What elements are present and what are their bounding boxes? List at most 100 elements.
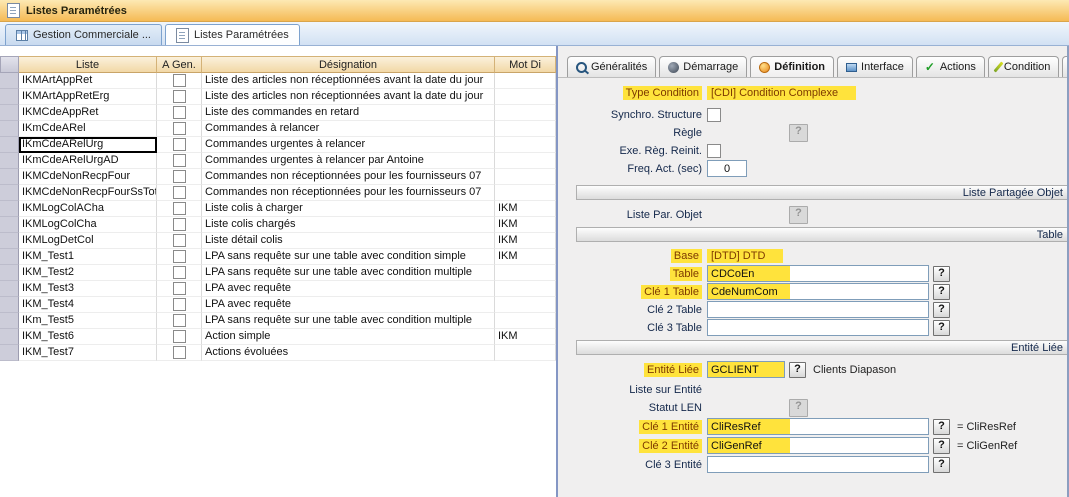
- doc-tab-listes-parametrees[interactable]: Listes Paramétrées: [165, 24, 300, 45]
- cell-mot-directeur[interactable]: [495, 297, 556, 313]
- row-selector[interactable]: [0, 329, 19, 345]
- tab-condition[interactable]: Condition: [988, 56, 1059, 77]
- table-row[interactable]: IKmCdeARelUrg Commandes urgentes à relan…: [0, 137, 556, 153]
- a-gen-checkbox[interactable]: [173, 106, 186, 119]
- tab-généralités[interactable]: Généralités: [567, 56, 656, 77]
- cell-mot-directeur[interactable]: IKM: [495, 233, 556, 249]
- cell-mot-directeur[interactable]: IKM: [495, 201, 556, 217]
- table-row[interactable]: IKM_Test4 LPA avec requête: [0, 297, 556, 313]
- cell-a-gen[interactable]: [157, 105, 202, 121]
- cell-liste[interactable]: IKmCdeARel: [19, 121, 157, 137]
- cle2-entite-lookup-button[interactable]: ?: [933, 438, 950, 454]
- table-row[interactable]: IKMLogColCha Liste colis chargés IKM: [0, 217, 556, 233]
- cell-designation[interactable]: Commandes à relancer: [202, 121, 495, 137]
- cell-liste[interactable]: IKM_Test7: [19, 345, 157, 361]
- row-selector[interactable]: [0, 121, 19, 137]
- cell-liste[interactable]: IKM_Test2: [19, 265, 157, 281]
- cell-mot-directeur[interactable]: IKM: [495, 249, 556, 265]
- table-row[interactable]: IKMCdeNonRecpFour Commandes non réceptio…: [0, 169, 556, 185]
- cell-a-gen[interactable]: [157, 121, 202, 137]
- table-row[interactable]: IKM_Test2 LPA sans requête sur une table…: [0, 265, 556, 281]
- column-header-a-gen[interactable]: A Gen.: [157, 56, 202, 73]
- a-gen-checkbox[interactable]: [173, 234, 186, 247]
- cell-a-gen[interactable]: [157, 345, 202, 361]
- row-selector[interactable]: [0, 345, 19, 361]
- cell-mot-directeur[interactable]: [495, 89, 556, 105]
- cell-designation[interactable]: Actions évoluées: [202, 345, 495, 361]
- row-selector[interactable]: [0, 153, 19, 169]
- row-selector[interactable]: [0, 313, 19, 329]
- column-header-designation[interactable]: Désignation: [202, 56, 495, 73]
- table-row[interactable]: IKMLogDetCol Liste détail colis IKM: [0, 233, 556, 249]
- cell-a-gen[interactable]: [157, 185, 202, 201]
- entite-liee-lookup-button[interactable]: ?: [789, 362, 806, 378]
- cell-a-gen[interactable]: [157, 281, 202, 297]
- cell-liste[interactable]: IKMLogColCha: [19, 217, 157, 233]
- a-gen-checkbox[interactable]: [173, 170, 186, 183]
- tab-démarrage[interactable]: Démarrage: [659, 56, 747, 77]
- cle1-entite-lookup-button[interactable]: ?: [933, 419, 950, 435]
- table-lookup-button[interactable]: ?: [933, 266, 950, 282]
- cell-liste[interactable]: IKMCdeNonRecpFourSsTot: [19, 185, 157, 201]
- cell-designation[interactable]: Liste des articles non réceptionnées ava…: [202, 73, 495, 89]
- row-selector[interactable]: [0, 265, 19, 281]
- cell-designation[interactable]: LPA avec requête: [202, 297, 495, 313]
- cell-a-gen[interactable]: [157, 249, 202, 265]
- cle3-entite-input[interactable]: [707, 456, 929, 473]
- cell-mot-directeur[interactable]: IKM: [495, 217, 556, 233]
- a-gen-checkbox[interactable]: [173, 346, 186, 359]
- a-gen-checkbox[interactable]: [173, 282, 186, 295]
- table-row[interactable]: IKMArtAppRet Liste des articles non réce…: [0, 73, 556, 89]
- cell-designation[interactable]: LPA avec requête: [202, 281, 495, 297]
- cell-a-gen[interactable]: [157, 217, 202, 233]
- row-selector[interactable]: [0, 249, 19, 265]
- cell-a-gen[interactable]: [157, 153, 202, 169]
- cell-mot-directeur[interactable]: [495, 185, 556, 201]
- row-selector[interactable]: [0, 281, 19, 297]
- entite-liee-input[interactable]: [707, 361, 785, 378]
- column-header-mot-directeur[interactable]: Mot Di: [495, 56, 556, 73]
- cle3-table-lookup-button[interactable]: ?: [933, 320, 950, 336]
- row-selector[interactable]: [0, 73, 19, 89]
- cle2-table-input[interactable]: [707, 301, 929, 318]
- a-gen-checkbox[interactable]: [173, 74, 186, 87]
- column-header-liste[interactable]: Liste: [19, 56, 157, 73]
- row-selector[interactable]: [0, 105, 19, 121]
- cell-designation[interactable]: Commandes urgentes à relancer: [202, 137, 495, 153]
- cell-liste[interactable]: IKMLogDetCol: [19, 233, 157, 249]
- cell-designation[interactable]: Commandes non réceptionnées pour les fou…: [202, 185, 495, 201]
- tab-définition[interactable]: Définition: [750, 56, 834, 77]
- cle3-table-input[interactable]: [707, 319, 929, 336]
- cell-mot-directeur[interactable]: [495, 345, 556, 361]
- row-selector[interactable]: [0, 297, 19, 313]
- cell-designation[interactable]: LPA sans requête sur une table avec cond…: [202, 313, 495, 329]
- table-row[interactable]: IKM_Test7 Actions évoluées: [0, 345, 556, 361]
- freq-act-input[interactable]: [707, 160, 747, 177]
- a-gen-checkbox[interactable]: [173, 298, 186, 311]
- cell-a-gen[interactable]: [157, 329, 202, 345]
- table-row[interactable]: IKM_Test3 LPA avec requête: [0, 281, 556, 297]
- cell-designation[interactable]: Commandes non réceptionnées pour les fou…: [202, 169, 495, 185]
- cell-liste[interactable]: IKmCdeARelUrg: [19, 137, 157, 153]
- cle2-table-lookup-button[interactable]: ?: [933, 302, 950, 318]
- tab-actions[interactable]: Actions: [916, 56, 985, 77]
- cell-a-gen[interactable]: [157, 265, 202, 281]
- a-gen-checkbox[interactable]: [173, 218, 186, 231]
- cle2-entite-input[interactable]: [707, 437, 929, 454]
- row-selector[interactable]: [0, 169, 19, 185]
- cle1-entite-input[interactable]: [707, 418, 929, 435]
- a-gen-checkbox[interactable]: [173, 90, 186, 103]
- cell-a-gen[interactable]: [157, 73, 202, 89]
- a-gen-checkbox[interactable]: [173, 266, 186, 279]
- cell-mot-directeur[interactable]: [495, 137, 556, 153]
- cell-a-gen[interactable]: [157, 201, 202, 217]
- table-row[interactable]: IKMCdeNonRecpFourSsTot Commandes non réc…: [0, 185, 556, 201]
- synchro-structure-checkbox[interactable]: [707, 108, 721, 122]
- cell-designation[interactable]: Liste des articles non réceptionnées ava…: [202, 89, 495, 105]
- cell-a-gen[interactable]: [157, 297, 202, 313]
- table-row[interactable]: IKMLogColACha Liste colis à charger IKM: [0, 201, 556, 217]
- tab-interface[interactable]: Interface: [837, 56, 913, 77]
- row-selector[interactable]: [0, 137, 19, 153]
- cell-designation[interactable]: Liste colis chargés: [202, 217, 495, 233]
- cell-mot-directeur[interactable]: [495, 73, 556, 89]
